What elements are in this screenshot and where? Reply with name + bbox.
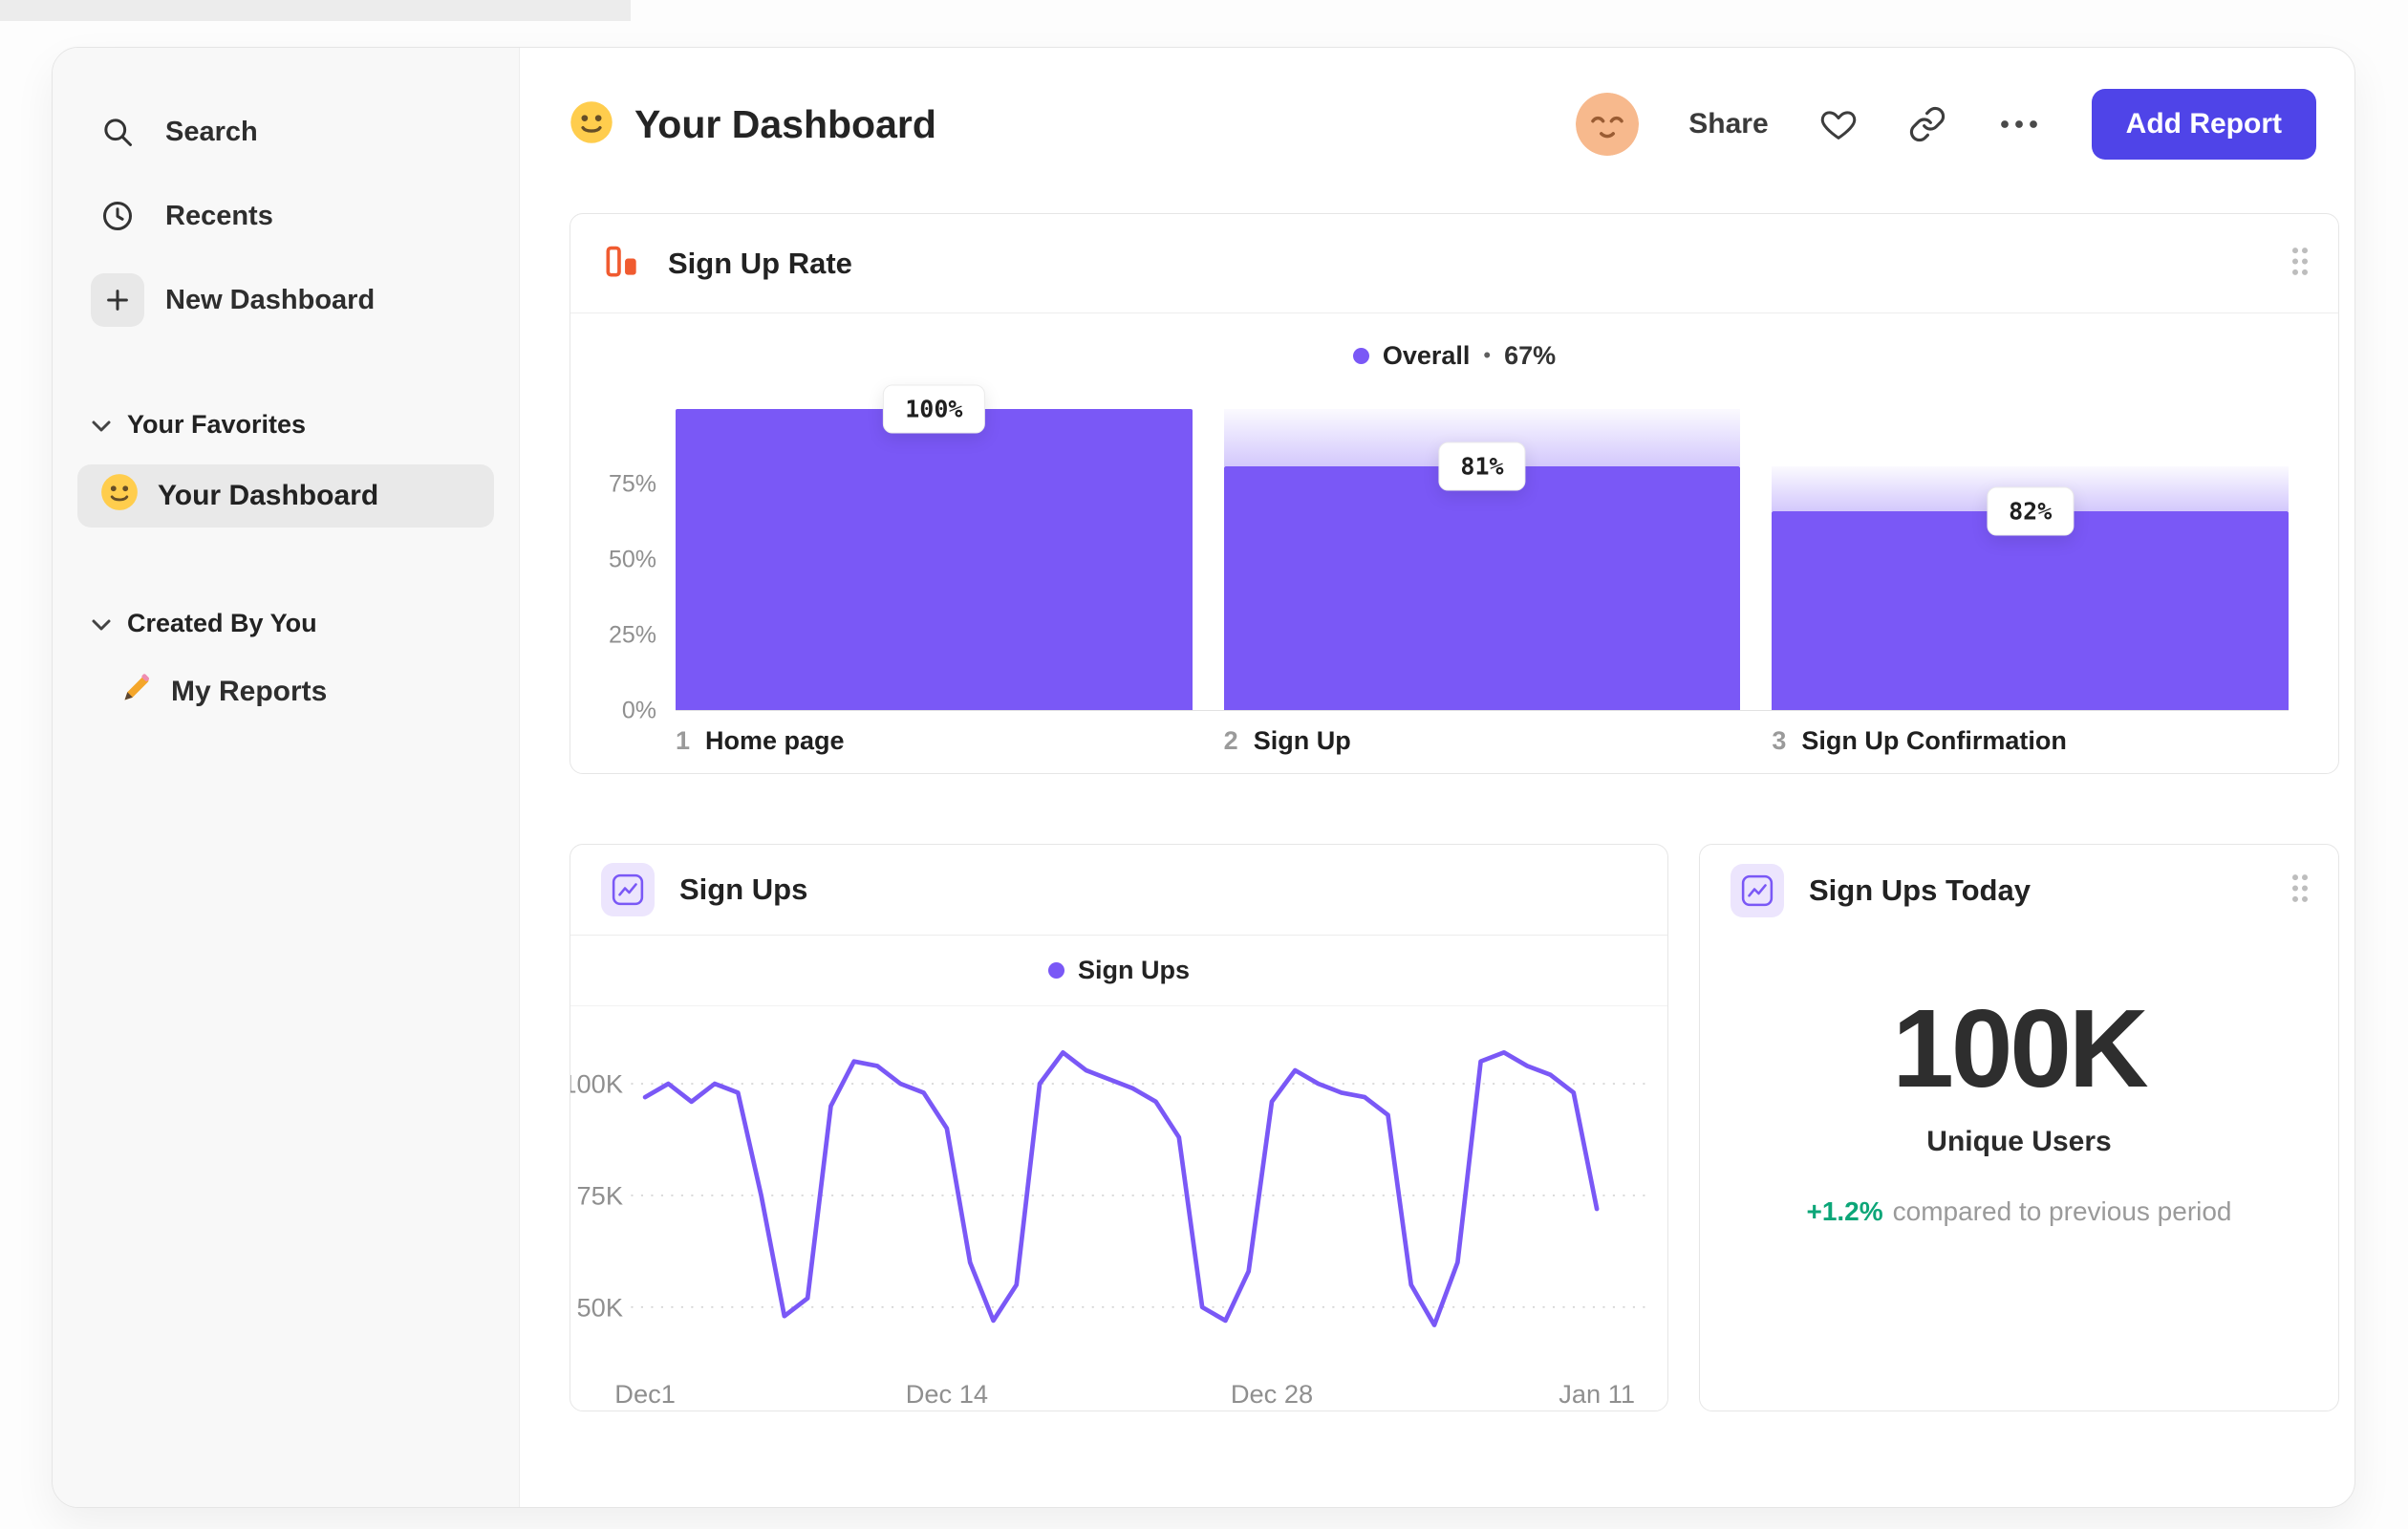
svg-text:75K: 75K	[577, 1180, 624, 1210]
funnel-y-axis: 75% 50% 25% 0%	[595, 409, 676, 724]
funnel-chart-icon	[601, 240, 643, 287]
legend-separator: •	[1483, 343, 1492, 367]
legend-dot	[1047, 961, 1064, 979]
funnel-y-tick: 0%	[621, 697, 656, 724]
sidebar-item-your-dashboard[interactable]: Your Dashboard	[77, 464, 494, 528]
window-edge-artifact	[0, 0, 631, 21]
drag-handle-icon[interactable]	[2290, 873, 2310, 909]
section-label: Created By You	[127, 608, 317, 637]
metric-delta-row: +1.2% compared to previous period	[1700, 1196, 2338, 1227]
line-chart-icon	[1731, 864, 1784, 917]
drag-handle-icon[interactable]	[2290, 246, 2310, 281]
funnel-step-label: 3 Sign Up Confirmation	[1772, 726, 2289, 756]
sidebar-item-label: Your Dashboard	[158, 480, 379, 511]
funnel-y-tick: 50%	[608, 546, 656, 573]
sidebar-item-recents[interactable]: Recents	[91, 185, 494, 247]
funnel-step-name: Home page	[705, 726, 845, 755]
plus-icon	[91, 273, 144, 327]
svg-text:Dec 14: Dec 14	[906, 1379, 988, 1409]
section-created-by-you[interactable]: Created By You	[91, 600, 494, 646]
funnel-bar-column: 81%	[1223, 409, 1741, 710]
funnel-legend: Overall • 67%	[570, 313, 2338, 398]
funnel-bar[interactable]	[1772, 511, 2290, 710]
smiley-icon	[570, 100, 613, 149]
section-label: Your Favorites	[127, 409, 307, 439]
svg-text:50K: 50K	[577, 1292, 624, 1322]
search-icon	[91, 105, 144, 159]
page-title: Your Dashboard	[634, 101, 936, 146]
app-window: Search Recents New Dashboard Your Favori…	[52, 47, 2355, 1508]
more-options-icon[interactable]	[1996, 119, 2042, 129]
svg-text:Dec1: Dec1	[614, 1379, 676, 1409]
card-title: Sign Ups	[679, 872, 808, 907]
metric-label: Unique Users	[1926, 1126, 2112, 1157]
avatar[interactable]	[1576, 93, 1640, 156]
share-button[interactable]: Share	[1688, 108, 1768, 140]
funnel-step-name: Sign Up	[1253, 726, 1351, 755]
pencil-icon	[119, 671, 154, 713]
legend-label: Overall	[1382, 340, 1471, 370]
chevron-down-icon	[91, 609, 112, 638]
funnel-bar-column: 100%	[676, 384, 1193, 710]
sidebar-item-label: Recents	[165, 200, 273, 231]
sidebar-item-label: Search	[165, 116, 258, 147]
main-content: Your Dashboard Share Add Report Sign Up …	[520, 48, 2354, 1507]
signups-card: Sign Ups Sign Ups 100K 75K 50K Dec1 Dec 14 De…	[570, 844, 1668, 1411]
svg-text:Dec 28: Dec 28	[1231, 1379, 1313, 1409]
add-report-button[interactable]: Add Report	[2091, 89, 2316, 160]
smiley-icon	[100, 473, 139, 519]
sidebar-item-search[interactable]: Search	[91, 101, 494, 162]
signups-today-card: Sign Ups Today 100K Unique Users +1.2% co…	[1699, 844, 2339, 1411]
funnel-bar-column: 82%	[1772, 409, 2290, 710]
page-header: Your Dashboard Share Add Report	[570, 89, 2339, 160]
funnel-bar[interactable]	[676, 409, 1193, 710]
funnel-bar[interactable]	[1223, 465, 1741, 710]
funnel-step-label: 1 Home page	[676, 726, 1193, 756]
svg-text:100K: 100K	[570, 1068, 623, 1098]
funnel-step-number: 3	[1772, 726, 1787, 755]
signups-line-chart[interactable]: 100K 75K 50K Dec1 Dec 14 Dec 28 Jan 11	[570, 1010, 1667, 1411]
signups-legend: Sign Ups	[570, 936, 1667, 1006]
svg-text:Jan 11: Jan 11	[1559, 1379, 1635, 1409]
funnel-value-tooltip: 82%	[1987, 486, 2075, 536]
funnel-value-tooltip: 100%	[883, 384, 985, 434]
favorite-heart-icon[interactable]	[1818, 105, 1859, 143]
funnel-body: 75% 50% 25% 0% 100% 81% 82%	[570, 384, 2338, 724]
funnel-y-tick: 75%	[608, 470, 656, 498]
legend-dot	[1352, 347, 1369, 364]
funnel-value-tooltip: 81%	[1438, 441, 1526, 491]
signup-rate-card: Sign Up Rate Overall • 67% 75% 50% 25% 0% 1…	[570, 213, 2339, 774]
funnel-step-label: 2 Sign Up	[1224, 726, 1741, 756]
line-chart-icon	[601, 863, 655, 917]
legend-label: Sign Ups	[1077, 955, 1190, 984]
delta-value: +1.2%	[1806, 1196, 1883, 1226]
funnel-x-labels: 1 Home page 2 Sign Up 3 Sign Up Confirmation	[570, 726, 2338, 756]
funnel-y-tick: 25%	[608, 621, 656, 649]
funnel-step-name: Sign Up Confirmation	[1801, 726, 2067, 755]
sidebar-item-label: My Reports	[171, 676, 328, 707]
sidebar: Search Recents New Dashboard Your Favori…	[53, 48, 520, 1507]
funnel-step-number: 2	[1223, 726, 1238, 755]
section-your-favorites[interactable]: Your Favorites	[91, 401, 494, 447]
card-title: Sign Ups Today	[1809, 873, 2031, 907]
legend-value: 67%	[1504, 340, 1557, 370]
copy-link-icon[interactable]	[1908, 105, 1946, 143]
card-title: Sign Up Rate	[668, 246, 852, 280]
funnel-plot[interactable]: 100% 81% 82%	[676, 384, 2290, 711]
clock-icon	[91, 189, 144, 243]
chevron-down-icon	[91, 410, 112, 440]
sidebar-item-my-reports[interactable]: My Reports	[91, 665, 494, 719]
funnel-step-number: 1	[676, 726, 691, 755]
sidebar-item-label: New Dashboard	[165, 284, 376, 315]
sidebar-item-new-dashboard[interactable]: New Dashboard	[91, 269, 494, 331]
metric-value: 100K	[1892, 986, 2148, 1110]
delta-description: compared to previous period	[1892, 1196, 2232, 1226]
